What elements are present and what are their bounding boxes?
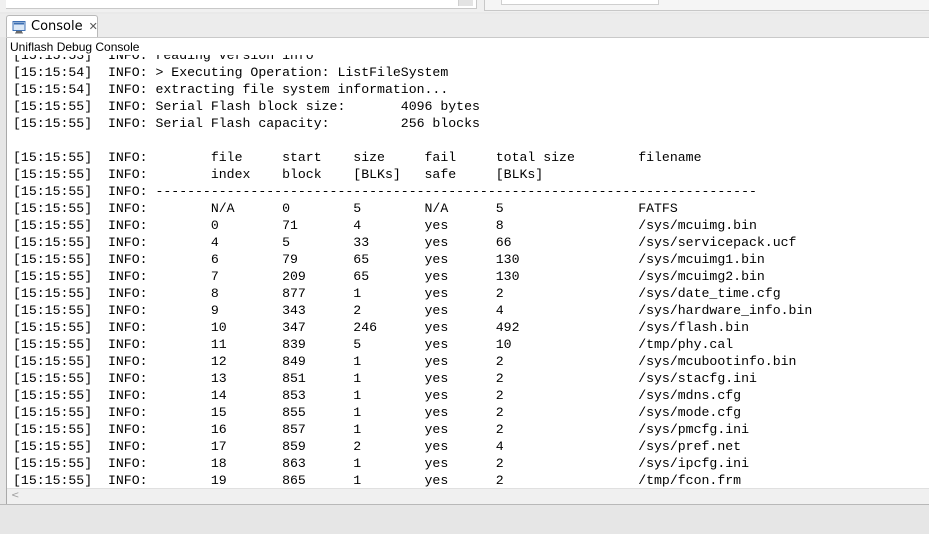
console-line: [15:15:55] INFO: Serial Flash capacity: … xyxy=(13,116,480,131)
console-line: [15:15:55] INFO: N/A 0 5 N/A 5 FATFS xyxy=(13,201,678,216)
console-line: [15:15:55] INFO: 8 877 1 yes 2 /sys/date… xyxy=(13,286,781,301)
editor-scrollbar[interactable] xyxy=(458,0,473,6)
console-line: [15:15:53] INFO: reading version info xyxy=(13,55,314,63)
console-output[interactable]: [15:15:53] INFO: reading version info [15… xyxy=(7,55,929,489)
console-title: Uniflash Debug Console xyxy=(10,40,140,54)
tab-console[interactable]: Console ✕ xyxy=(6,15,98,37)
editor-panel-left xyxy=(6,0,477,9)
console-text: [15:15:53] INFO: reading version info [15… xyxy=(13,55,812,489)
view-tab-bar: Console ✕ xyxy=(0,14,929,38)
console-line: [15:15:55] INFO: Serial Flash block size… xyxy=(13,99,480,114)
console-line: [15:15:55] INFO: 16 857 1 yes 2 /sys/pmc… xyxy=(13,422,749,437)
console-line: [15:15:54] INFO: > Executing Operation: … xyxy=(13,65,449,80)
horizontal-scrollbar[interactable]: < xyxy=(7,488,929,504)
console-line: [15:15:55] INFO: 17 859 2 yes 4 /sys/pre… xyxy=(13,439,742,454)
console-line: [15:15:54] INFO: extracting file system … xyxy=(13,82,449,97)
console-view: Uniflash Debug Console [15:15:53] INFO: … xyxy=(6,38,929,504)
editor-panel-right xyxy=(484,0,929,11)
close-icon[interactable]: ✕ xyxy=(89,21,98,32)
console-line: [15:15:55] INFO: 12 849 1 yes 2 /sys/mcu… xyxy=(13,354,797,369)
console-line: [15:15:55] INFO: -----------------------… xyxy=(13,184,757,199)
console-line: [15:15:55] INFO: 19 865 1 yes 2 /tmp/fco… xyxy=(13,473,742,488)
console-line: [15:15:55] INFO: 6 79 65 yes 130 /sys/mc… xyxy=(13,252,765,267)
console-line: [15:15:55] INFO: 10 347 246 yes 492 /sys… xyxy=(13,320,749,335)
console-line: [15:15:55] INFO: file start size fail to… xyxy=(13,150,702,165)
console-line: [15:15:55] INFO: 14 853 1 yes 2 /sys/mdn… xyxy=(13,388,742,403)
console-line: [15:15:55] INFO: 11 839 5 yes 10 /tmp/ph… xyxy=(13,337,734,352)
editor-panel-right-field xyxy=(501,0,659,5)
console-line: [15:15:55] INFO: 9 343 2 yes 4 /sys/hard… xyxy=(13,303,813,318)
status-bar xyxy=(0,504,929,534)
scroll-left-arrow-icon[interactable]: < xyxy=(11,490,19,501)
console-line: [15:15:55] INFO: 7 209 65 yes 130 /sys/m… xyxy=(13,269,765,284)
console-line: [15:15:55] INFO: 15 855 1 yes 2 /sys/mod… xyxy=(13,405,742,420)
console-line: [15:15:55] INFO: 18 863 1 yes 2 /sys/ipc… xyxy=(13,456,749,471)
console-icon xyxy=(12,20,26,34)
tab-console-label: Console xyxy=(31,19,83,34)
console-line: [15:15:55] INFO: index block [BLKs] safe… xyxy=(13,167,544,182)
console-line: [15:15:55] INFO: 0 71 4 yes 8 /sys/mcuim… xyxy=(13,218,757,233)
console-line: [15:15:55] INFO: 13 851 1 yes 2 /sys/sta… xyxy=(13,371,757,386)
console-line: [15:15:55] INFO: 4 5 33 yes 66 /sys/serv… xyxy=(13,235,797,250)
editor-area-remnant xyxy=(0,0,929,12)
